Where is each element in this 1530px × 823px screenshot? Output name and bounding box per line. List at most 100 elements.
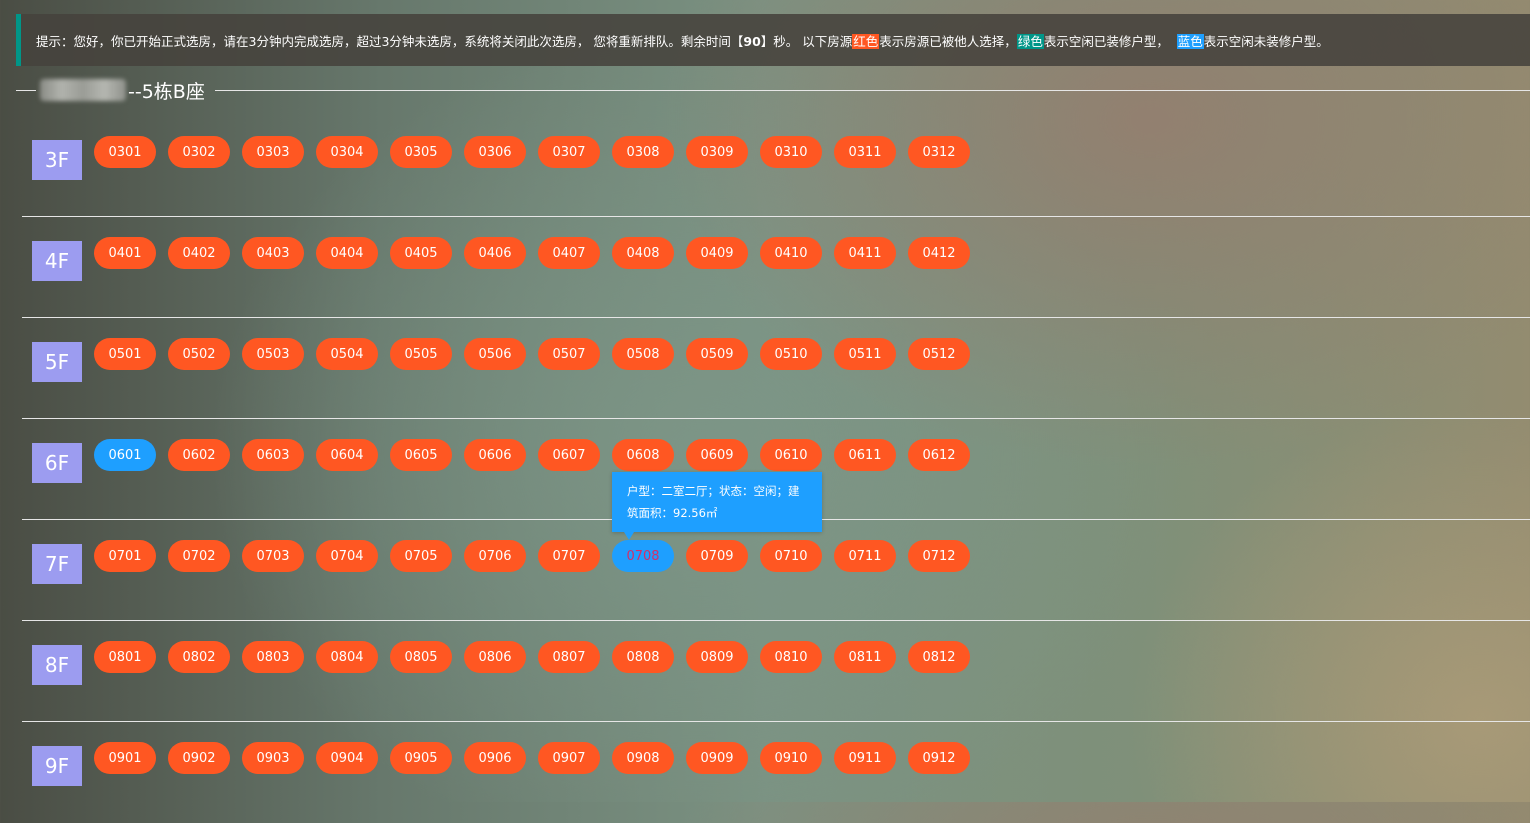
room-button-0904[interactable]: 0904 [316, 742, 378, 774]
room-button-0907[interactable]: 0907 [538, 742, 600, 774]
room-button-0301[interactable]: 0301 [94, 136, 156, 168]
room-button-0503[interactable]: 0503 [242, 338, 304, 370]
room-button-0810[interactable]: 0810 [760, 641, 822, 673]
room-button-0304[interactable]: 0304 [316, 136, 378, 168]
room-button-0504[interactable]: 0504 [316, 338, 378, 370]
room-button-0312[interactable]: 0312 [908, 136, 970, 168]
room-button-0902[interactable]: 0902 [168, 742, 230, 774]
room-button-0707[interactable]: 0707 [538, 540, 600, 572]
room-button-0606[interactable]: 0606 [464, 439, 526, 471]
room-button-0704[interactable]: 0704 [316, 540, 378, 572]
room-button-0311[interactable]: 0311 [834, 136, 896, 168]
floor-row-5f: 5F 0501 0502 0503 0504 0505 0506 0507 0508 0509 05… [22, 318, 1530, 419]
room-button-0812[interactable]: 0812 [908, 641, 970, 673]
room-button-0908[interactable]: 0908 [612, 742, 674, 774]
legend-blue: 蓝色 [1176, 33, 1204, 49]
room-button-0702[interactable]: 0702 [168, 540, 230, 572]
divider [16, 89, 36, 91]
floor-label: 8F [32, 645, 82, 685]
room-button-0903[interactable]: 0903 [242, 742, 304, 774]
room-button-0407[interactable]: 0407 [538, 237, 600, 269]
room-button-0608[interactable]: 0608 [612, 439, 674, 471]
room-button-0510[interactable]: 0510 [760, 338, 822, 370]
room-button-0506[interactable]: 0506 [464, 338, 526, 370]
room-button-0305[interactable]: 0305 [390, 136, 452, 168]
floor-row-7f: 7F 0701 0702 0703 0704 0705 0706 0707 0708 0709 07… [22, 520, 1530, 621]
room-button-0607[interactable]: 0607 [538, 439, 600, 471]
room-button-0406[interactable]: 0406 [464, 237, 526, 269]
room-button-0412[interactable]: 0412 [908, 237, 970, 269]
notice-part4: 表示空闲已装修户型， [1043, 33, 1177, 49]
floor-label: 7F [32, 544, 82, 584]
room-button-0310[interactable]: 0310 [760, 136, 822, 168]
building-title-bar: --5栋B座 [16, 76, 1530, 104]
room-button-0712[interactable]: 0712 [908, 540, 970, 572]
room-button-0808[interactable]: 0808 [612, 641, 674, 673]
room-button-0408[interactable]: 0408 [612, 237, 674, 269]
room-button-0708[interactable]: 0708 [612, 540, 674, 572]
room-button-0609[interactable]: 0609 [686, 439, 748, 471]
room-button-0802[interactable]: 0802 [168, 641, 230, 673]
room-list: 0901 0902 0903 0904 0905 0906 0907 0908 0909 0910… [94, 742, 982, 774]
room-button-0807[interactable]: 0807 [538, 641, 600, 673]
legend-red: 红色 [852, 33, 880, 49]
room-button-0405[interactable]: 0405 [390, 237, 452, 269]
room-button-0401[interactable]: 0401 [94, 237, 156, 269]
room-button-0803[interactable]: 0803 [242, 641, 304, 673]
room-button-0905[interactable]: 0905 [390, 742, 452, 774]
room-list: 0501 0502 0503 0504 0505 0506 0507 0508 0509 0510… [94, 338, 982, 370]
room-button-0909[interactable]: 0909 [686, 742, 748, 774]
room-button-0805[interactable]: 0805 [390, 641, 452, 673]
room-button-0507[interactable]: 0507 [538, 338, 600, 370]
room-button-0411[interactable]: 0411 [834, 237, 896, 269]
room-button-0303[interactable]: 0303 [242, 136, 304, 168]
room-button-0602[interactable]: 0602 [168, 439, 230, 471]
room-button-0404[interactable]: 0404 [316, 237, 378, 269]
room-button-0402[interactable]: 0402 [168, 237, 230, 269]
notice-text: 提示：您好，你已开始正式选房，请在3分钟内完成选房，超过3分钟未选房，系统将关闭… [36, 31, 1329, 50]
room-button-0612[interactable]: 0612 [908, 439, 970, 471]
room-button-0912[interactable]: 0912 [908, 742, 970, 774]
room-button-0306[interactable]: 0306 [464, 136, 526, 168]
room-button-0501[interactable]: 0501 [94, 338, 156, 370]
room-button-0709[interactable]: 0709 [686, 540, 748, 572]
room-button-0509[interactable]: 0509 [686, 338, 748, 370]
room-button-0512[interactable]: 0512 [908, 338, 970, 370]
room-button-0710[interactable]: 0710 [760, 540, 822, 572]
room-button-0605[interactable]: 0605 [390, 439, 452, 471]
room-button-0403[interactable]: 0403 [242, 237, 304, 269]
room-button-0706[interactable]: 0706 [464, 540, 526, 572]
room-button-0603[interactable]: 0603 [242, 439, 304, 471]
room-button-0611[interactable]: 0611 [834, 439, 896, 471]
room-button-0601[interactable]: 0601 [94, 439, 156, 471]
room-button-0508[interactable]: 0508 [612, 338, 674, 370]
room-button-0811[interactable]: 0811 [834, 641, 896, 673]
room-button-0703[interactable]: 0703 [242, 540, 304, 572]
room-button-0705[interactable]: 0705 [390, 540, 452, 572]
room-button-0308[interactable]: 0308 [612, 136, 674, 168]
room-button-0502[interactable]: 0502 [168, 338, 230, 370]
room-button-0701[interactable]: 0701 [94, 540, 156, 572]
room-button-0910[interactable]: 0910 [760, 742, 822, 774]
room-button-0307[interactable]: 0307 [538, 136, 600, 168]
room-button-0610[interactable]: 0610 [760, 439, 822, 471]
floor-row-8f: 8F 0801 0802 0803 0804 0805 0806 0807 0808 0809 08… [22, 621, 1530, 722]
notice-part1: 提示：您好，你已开始正式选房，请在3分钟内完成选房，超过3分钟未选房，系统将关闭… [36, 33, 744, 49]
room-button-0302[interactable]: 0302 [168, 136, 230, 168]
room-button-0711[interactable]: 0711 [834, 540, 896, 572]
room-button-0409[interactable]: 0409 [686, 237, 748, 269]
room-button-0801[interactable]: 0801 [94, 641, 156, 673]
room-button-0309[interactable]: 0309 [686, 136, 748, 168]
room-button-0906[interactable]: 0906 [464, 742, 526, 774]
tooltip-line1: 户型：二室二厅；状态：空闲；建 [627, 484, 800, 498]
room-button-0806[interactable]: 0806 [464, 641, 526, 673]
room-button-0505[interactable]: 0505 [390, 338, 452, 370]
room-button-0410[interactable]: 0410 [760, 237, 822, 269]
room-button-0809[interactable]: 0809 [686, 641, 748, 673]
room-button-0901[interactable]: 0901 [94, 742, 156, 774]
room-button-0911[interactable]: 0911 [834, 742, 896, 774]
room-button-0511[interactable]: 0511 [834, 338, 896, 370]
room-button-0604[interactable]: 0604 [316, 439, 378, 471]
room-list: 0601 0602 0603 0604 0605 0606 0607 0608 0609 0610… [94, 439, 982, 471]
room-button-0804[interactable]: 0804 [316, 641, 378, 673]
